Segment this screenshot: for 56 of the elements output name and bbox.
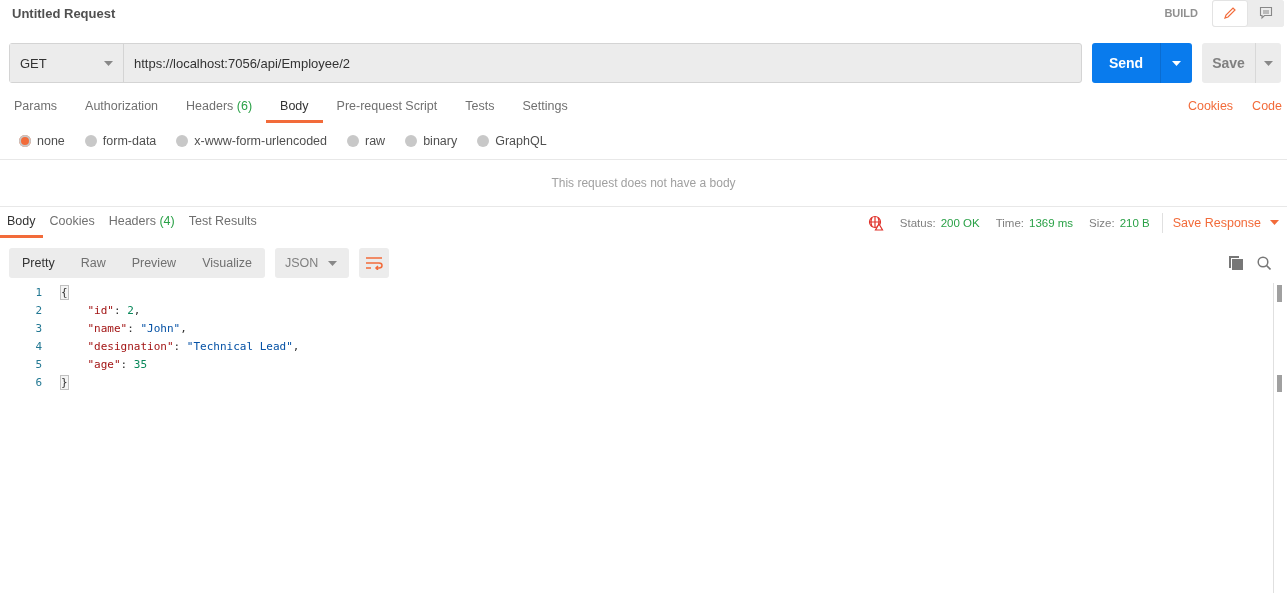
line-number: 4 [34,339,43,353]
line-number: 2 [34,303,43,317]
pencil-icon [1223,6,1237,20]
view-mode-tab[interactable]: Visualize [189,248,265,278]
request-tab[interactable]: Authorization [71,91,173,123]
meta-label: Status: [899,216,936,229]
wrap-lines-icon [364,256,383,270]
request-tab[interactable]: Tests [451,91,509,123]
caret-icon [1264,60,1273,66]
meta-value: 200 OK [940,216,980,229]
code-line: "id": 2, [86,303,141,317]
link[interactable]: Code [1252,98,1282,113]
caret-icon [1270,220,1279,225]
body-type-radio[interactable]: binary [405,134,458,148]
copy-icon[interactable] [1229,256,1243,270]
code-line: "age": 35 [86,357,148,371]
body-type-radio[interactable]: GraphQL [477,134,547,148]
body-type-radio[interactable]: none [19,134,65,148]
code-line: "designation": "Technical Lead", [86,339,300,353]
wrap-lines-button[interactable] [358,248,389,278]
body-type-radio[interactable]: form-data [84,134,157,148]
caret-icon [327,260,337,266]
response-tab[interactable]: Body [0,207,43,238]
view-mode-tab[interactable]: Raw [67,248,119,278]
link[interactable]: Cookies [1187,98,1234,113]
response-tab[interactable]: Test Results [181,207,264,238]
code-line: "name": "John", [86,321,187,335]
request-tab[interactable]: Headers (6) [172,91,267,123]
comment-icon [1259,6,1273,20]
line-number: 1 [34,285,43,299]
caret-icon [1172,60,1181,66]
globe-warning-icon[interactable] [867,214,884,231]
view-mode-tab[interactable]: Preview [118,248,190,278]
meta-value: 210 B [1119,216,1150,229]
line-number: 5 [34,357,43,371]
meta-value: 1369 ms [1029,216,1074,229]
mode-button[interactable] [1212,0,1248,27]
meta-label: Size: [1089,216,1115,229]
meta-label: Time: [995,216,1024,229]
view-mode-tab[interactable]: Pretty [9,248,68,278]
search-icon[interactable] [1257,256,1271,270]
mode-label: BUILD [1164,7,1198,19]
request-tab[interactable]: Params [0,91,72,123]
line-number: 6 [34,375,43,389]
empty-body-message: This request does not have a body [551,176,736,190]
request-tab[interactable]: Body [266,91,323,123]
body-type-radio[interactable]: raw [347,134,386,148]
save-response-button[interactable]: Save Response [1161,212,1287,233]
request-title: Untitled Request [12,5,117,21]
line-number: 3 [34,321,43,335]
request-tab[interactable]: Settings [508,91,582,123]
response-tab[interactable]: Cookies [42,207,102,238]
body-type-radio[interactable]: x-www-form-urlencoded [176,134,327,148]
request-tab[interactable]: Pre-request Script [322,91,452,123]
format-dropdown[interactable]: JSON [274,248,349,278]
response-tab[interactable]: Headers (4) [101,207,182,238]
